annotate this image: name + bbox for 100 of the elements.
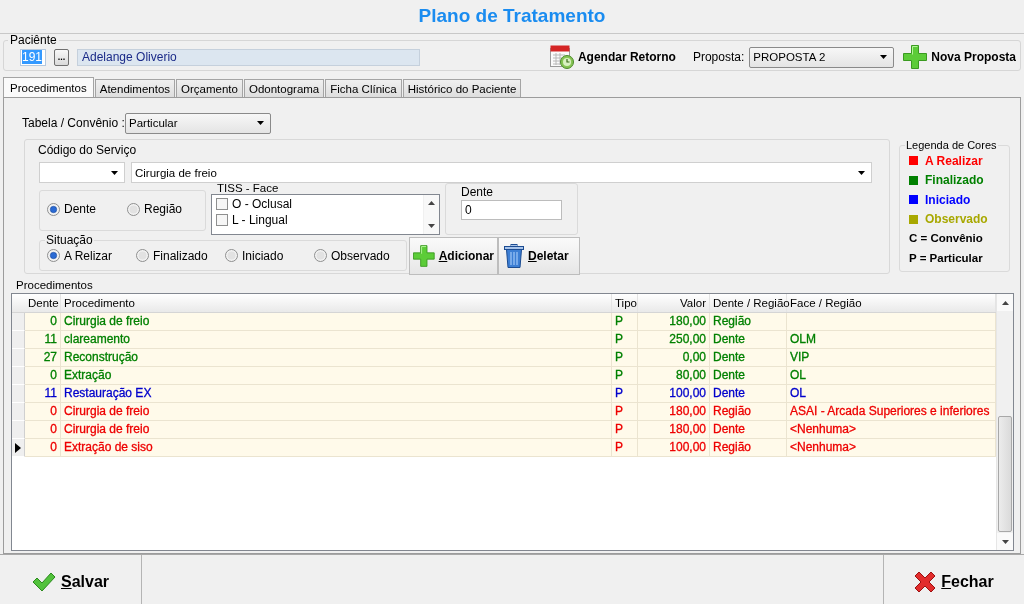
table-cell: ASAI - Arcada Superiores e inferiores — [787, 403, 996, 421]
table-cell: 100,00 — [638, 385, 710, 403]
tab[interactable]: Procedimentos — [3, 77, 94, 97]
checkbox-item[interactable]: L - Lingual — [216, 212, 288, 228]
radio-button[interactable]: A Relizar — [47, 248, 113, 263]
radio-button[interactable]: Finalizado — [136, 248, 208, 263]
caret-icon — [111, 170, 118, 175]
column-header[interactable]: Dente / Região — [710, 294, 787, 312]
row-header-cell[interactable] — [12, 331, 25, 349]
table-cell: 80,00 — [638, 367, 710, 385]
radio-button[interactable]: Observado — [314, 248, 390, 263]
row-pointer-icon — [15, 442, 21, 453]
proposal-label: Proposta: — [692, 50, 745, 64]
legend-title: Legenda de Cores — [905, 139, 998, 151]
row-header-cell[interactable] — [12, 439, 25, 457]
tab[interactable]: Atendimentos — [94, 79, 176, 97]
row-header-cell[interactable] — [12, 385, 25, 403]
table-cell: OLM — [787, 331, 996, 349]
radio-button[interactable]: Região — [127, 202, 183, 217]
scroll-down-icon — [1001, 539, 1009, 544]
face-listbox[interactable]: O - Oclusal L - Lingual — [211, 194, 440, 235]
tiss-face-label: TISS - Face — [217, 183, 279, 194]
column-header[interactable]: Dente — [25, 294, 61, 312]
table-cell: Reconstrução — [61, 349, 612, 367]
row-header-cell[interactable] — [12, 313, 25, 331]
table-cell: 0 — [25, 313, 61, 331]
table-cell: Cirurgia de freio — [61, 403, 612, 421]
table-cell: <Nenhuma> — [787, 421, 996, 439]
procedures-label: Procedimentos — [16, 279, 93, 292]
service-dropdown[interactable]: Cirurgia de freio — [131, 162, 872, 183]
table-label: Tabela / Convênio : — [22, 116, 125, 130]
table-cell: P — [612, 367, 638, 385]
table-cell: Dente — [710, 349, 787, 367]
schedule-button[interactable]: Agendar Retorno — [549, 45, 676, 69]
table-cell: 0 — [25, 403, 61, 421]
legend-label: Finalizado — [925, 173, 984, 188]
table-cell: Região — [710, 439, 787, 457]
legend-note: C = Convênio — [909, 231, 983, 246]
table-cell: Extração — [61, 367, 612, 385]
scroll-up-icon — [428, 201, 435, 205]
legend-label: Iniciado — [925, 192, 971, 207]
table-cell: 250,00 — [638, 331, 710, 349]
window-title: Plano de Tratamento — [418, 5, 606, 26]
scrollbar-thumb[interactable] — [998, 416, 1012, 532]
table-cell: P — [612, 421, 638, 439]
browse-button[interactable]: ... — [54, 48, 69, 66]
tab[interactable]: Ficha Clínica — [325, 79, 402, 97]
legend-note: P = Particular — [909, 250, 983, 266]
tab[interactable]: Orçamento — [176, 79, 243, 97]
patient-label: Paciênte — [9, 34, 58, 46]
table-cell: 180,00 — [638, 313, 710, 331]
table-cell: 27 — [25, 349, 61, 367]
trash-icon — [504, 244, 524, 268]
add-button[interactable]: Adicionar — [409, 237, 498, 275]
tab[interactable]: Histórico do Paciente — [402, 79, 522, 97]
service-code-dropdown[interactable] — [39, 162, 125, 183]
table-cell: 0 — [25, 439, 61, 457]
table-cell: P — [612, 439, 638, 457]
table-cell: 11 — [25, 331, 61, 349]
radio-button[interactable]: Dente — [47, 202, 97, 217]
table-cell: P — [612, 313, 638, 331]
row-header-cell[interactable] — [12, 421, 25, 439]
tooth-label: Dente — [461, 187, 494, 198]
table-cell: Cirurgia de freio — [61, 421, 612, 439]
patient-name-field[interactable]: Adelange Oliverio — [77, 48, 420, 66]
scroll-down-icon — [428, 224, 435, 228]
row-header-cell[interactable] — [12, 349, 25, 367]
column-header[interactable]: Valor — [638, 294, 710, 312]
table-cell: 0 — [25, 421, 61, 439]
tooth-field[interactable]: 0 — [461, 200, 562, 220]
row-header-cell[interactable] — [12, 367, 25, 385]
table-cell: P — [612, 349, 638, 367]
table-cell: <Nenhuma> — [787, 439, 996, 457]
table-cell: OL — [787, 385, 996, 403]
status-label: Situação — [45, 235, 94, 246]
service-code-label: Código do Serviço — [38, 144, 137, 156]
new-proposal-button[interactable]: Nova Proposta — [903, 45, 1016, 69]
table-cell: 180,00 — [638, 421, 710, 439]
proposal-dropdown[interactable]: PROPOSTA 2 — [749, 46, 895, 68]
table-cell: VIP — [787, 349, 996, 367]
caret-icon — [858, 170, 865, 175]
column-header[interactable]: Procedimento — [61, 294, 612, 312]
column-header[interactable]: Tipo — [612, 294, 638, 312]
table-cell: Região — [710, 313, 787, 331]
caret-icon — [880, 55, 888, 59]
table-cell: Dente — [710, 421, 787, 439]
radio-button[interactable]: Iniciado — [225, 248, 284, 263]
calendar-clock-icon — [549, 45, 574, 69]
table-dropdown[interactable]: Particular — [125, 112, 271, 134]
table-cell: OL — [787, 367, 996, 385]
tab[interactable]: Odontograma — [243, 79, 325, 97]
table-cell: Dente — [710, 367, 787, 385]
checkbox-item[interactable]: O - Oclusal — [216, 196, 292, 212]
row-header-cell[interactable] — [12, 403, 25, 421]
close-icon — [914, 570, 937, 593]
scroll-up-icon — [1001, 300, 1009, 305]
table-cell: P — [612, 331, 638, 349]
table-cell: clareamento — [61, 331, 612, 349]
delete-button[interactable]: Deletar — [498, 237, 580, 275]
legend-label: A Realizar — [925, 153, 983, 168]
